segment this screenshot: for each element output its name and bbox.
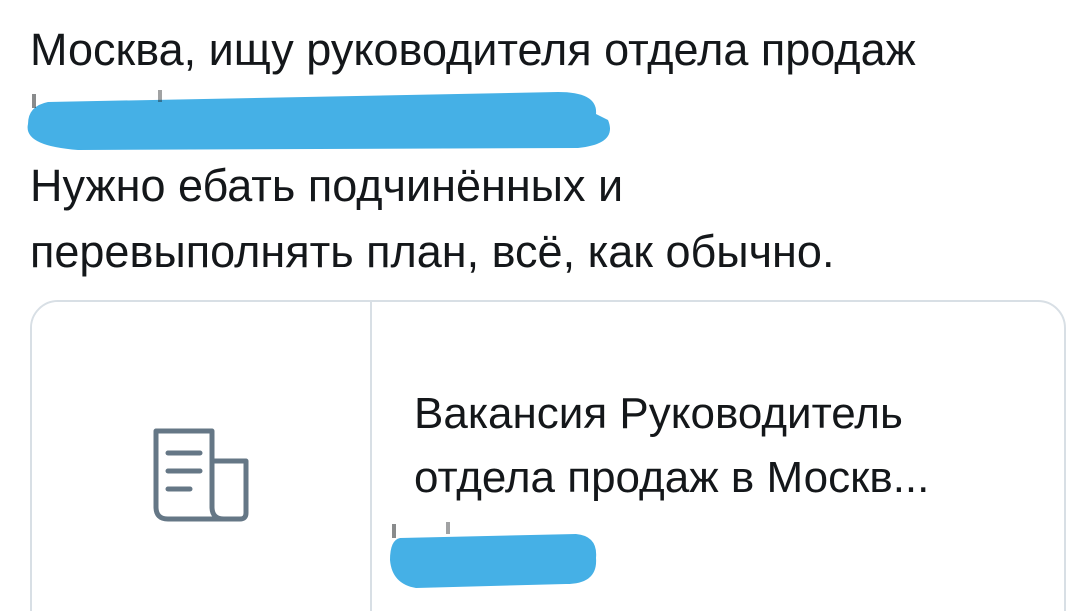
redaction-scribble	[390, 522, 597, 588]
card-title-line-1: Вакансия Руководитель	[414, 389, 903, 438]
card-thumbnail	[32, 302, 372, 611]
document-icon	[153, 428, 249, 522]
card-title-line-2: отдела продаж в Москв...	[414, 453, 930, 502]
tweet-text-line-3: перевыполнять план, всё, как обычно.	[30, 226, 835, 277]
card-title: Вакансия Руководитель отдела продаж в Мо…	[414, 382, 1034, 510]
redaction-scribble	[27, 90, 611, 150]
tweet-text-line-2: Нужно ебать подчинённых и	[30, 160, 624, 211]
tweet-text-line-1: Москва, ищу руководителя отдела продаж	[30, 24, 916, 75]
